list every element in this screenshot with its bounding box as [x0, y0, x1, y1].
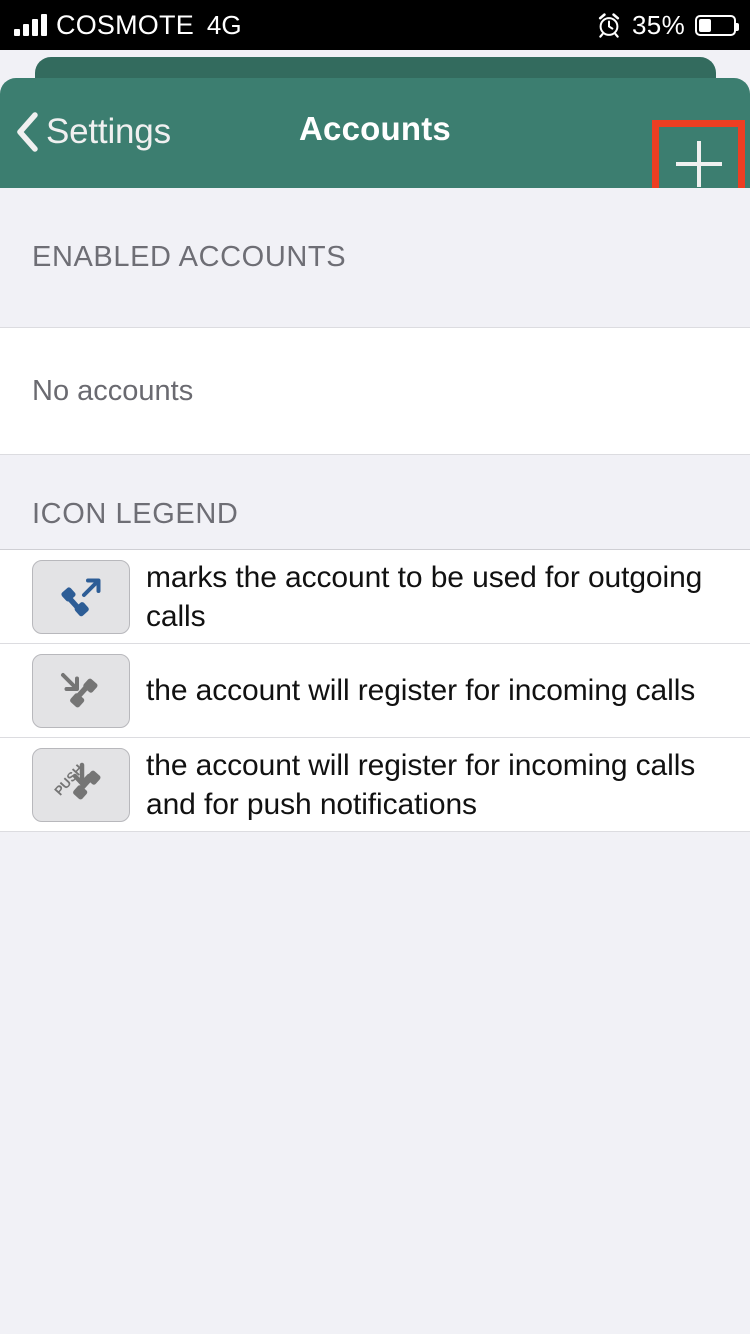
- enabled-accounts-section-header: ENABLED ACCOUNTS: [0, 188, 750, 327]
- status-bar-left: COSMOTE 4G: [14, 10, 242, 41]
- enabled-accounts-label: ENABLED ACCOUNTS: [32, 241, 347, 273]
- legend-row: PUSH the account will register for incom…: [0, 738, 750, 832]
- outgoing-call-icon: [32, 559, 130, 634]
- legend-row-text: the account will register for incoming c…: [146, 748, 696, 821]
- incoming-call-push-glyph: PUSH: [52, 761, 101, 799]
- outgoing-call-glyph: [61, 578, 101, 616]
- signal-bars-icon: [14, 14, 47, 36]
- app-screen: COSMOTE 4G 35% Settings Accounts ENABLED…: [0, 0, 750, 1334]
- no-accounts-label: No accounts: [32, 374, 194, 407]
- network-type: 4G: [206, 9, 242, 40]
- legend-row-text: the account will register for incoming c…: [146, 674, 696, 707]
- plus-icon: [675, 141, 722, 187]
- incoming-call-glyph: [61, 672, 98, 707]
- icon-legend-section-header: ICON LEGEND: [0, 455, 750, 549]
- incoming-call-push-icon: PUSH: [32, 747, 130, 822]
- carrier-name: COSMOTE: [56, 9, 194, 40]
- legend-row: the account will register for incoming c…: [0, 644, 750, 738]
- incoming-call-icon: [32, 653, 130, 728]
- legend-row: marks the account to be used for outgoin…: [0, 550, 750, 644]
- icon-legend-label: ICON LEGEND: [32, 498, 239, 530]
- no-accounts-row: No accounts: [0, 327, 750, 455]
- navigation-bar: Settings Accounts: [0, 78, 750, 208]
- status-bar: COSMOTE 4G 35%: [0, 0, 750, 50]
- status-bar-right: 35%: [596, 9, 739, 41]
- battery-icon: [695, 14, 739, 36]
- icon-legend-list: marks the account to be used for outgoin…: [0, 549, 750, 832]
- legend-row-text: marks the account to be used for outgoin…: [146, 560, 703, 633]
- content-area: ENABLED ACCOUNTS No accounts ICON LEGEND: [0, 188, 750, 1334]
- navigation-bar-stack: Settings Accounts: [0, 50, 750, 208]
- alarm-clock-icon: [598, 13, 620, 38]
- page-title: Accounts: [299, 110, 451, 147]
- battery-percent: 35%: [632, 9, 685, 40]
